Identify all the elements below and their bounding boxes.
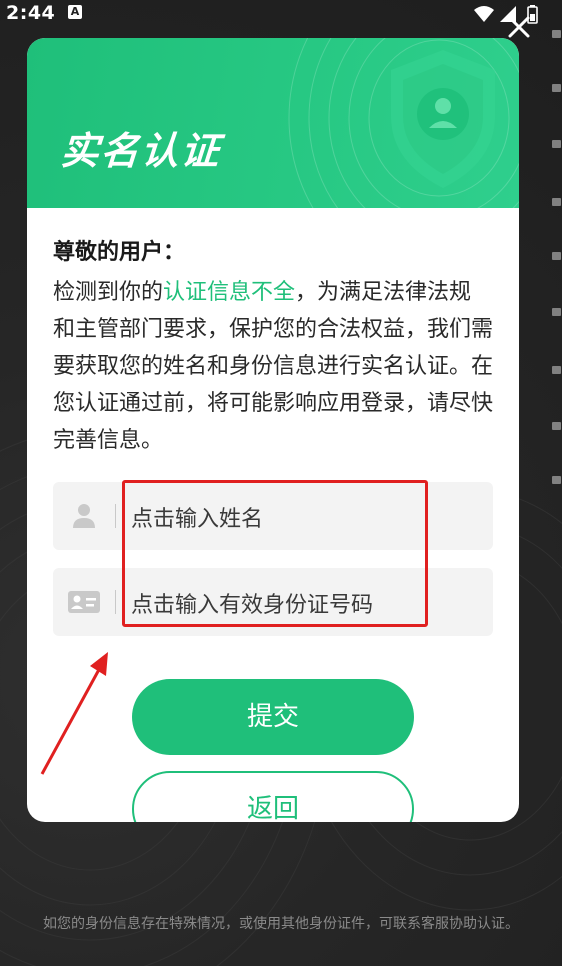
wifi-icon (474, 6, 494, 22)
shield-icon (391, 50, 495, 188)
notice-highlight: 认证信息不全 (163, 280, 296, 305)
notice-prefix: 检测到你的 (53, 280, 164, 305)
person-icon (73, 504, 95, 528)
dialog-header: 实名认证 (27, 38, 519, 208)
annotation-arrow-icon (40, 652, 108, 775)
footer-note: 如您的身份信息存在特殊情况，或使用其他身份证件，可联系客服协助认证。 (43, 916, 519, 932)
dialog-title: 实名认证 (59, 129, 223, 173)
annotation-highlight-box (122, 480, 428, 627)
notice-suffix: ，为满足法律法规和主管部门要求，保护您的合法权益，我们需要获取您的姓名和身份信息… (53, 280, 494, 453)
app-screen: 2:44 A 实名认证 尊敬的用户： 检测到你的认证信息不全，为满足法律法规和主… (0, 0, 562, 966)
side-strip (550, 22, 562, 502)
back-button[interactable]: 返回 (132, 771, 414, 822)
field-divider (115, 504, 116, 528)
status-bar: 2:44 A (0, 0, 562, 30)
status-time: 2:44 (6, 2, 56, 24)
submit-button[interactable]: 提交 (132, 679, 414, 755)
notice-text: 检测到你的认证信息不全，为满足法律法规和主管部门要求，保护您的合法权益，我们需要… (53, 274, 493, 459)
field-divider (115, 590, 116, 614)
greeting: 尊敬的用户： (53, 240, 186, 265)
notification-badge: A (68, 5, 82, 19)
close-icon[interactable] (506, 14, 532, 40)
id-card-icon (68, 591, 100, 613)
